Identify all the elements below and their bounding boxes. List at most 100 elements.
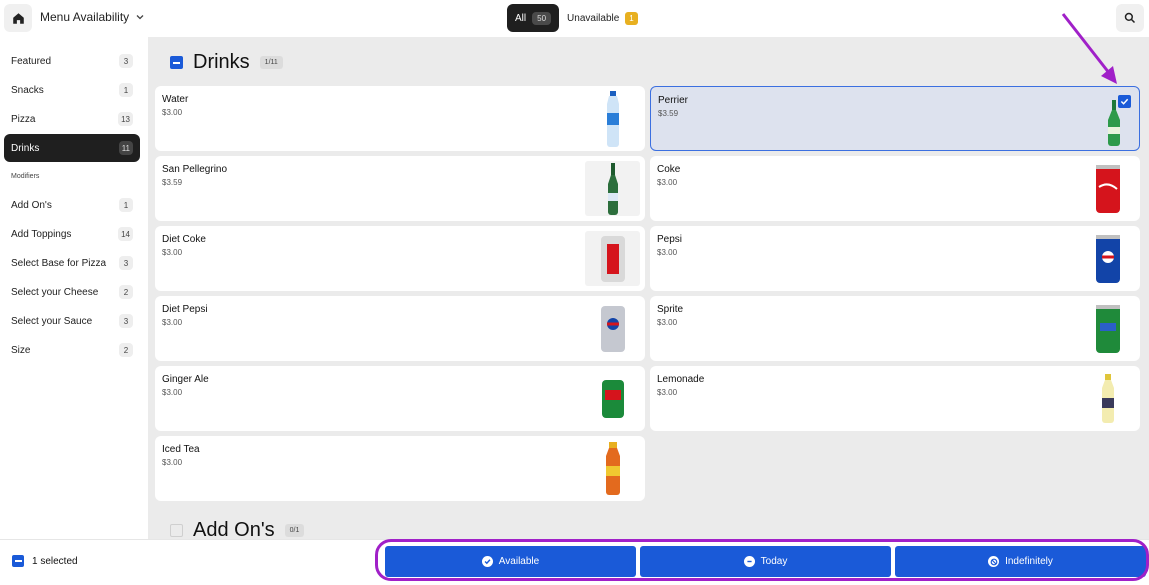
home-button[interactable] [4,4,32,32]
availability-filter: All 50 Unavailable 1 [507,4,638,32]
sidebar-item-label: Select Base for Pizza [11,257,107,269]
mark-available-button[interactable]: Available [385,546,636,577]
san-pellegrino-bottle-icon [607,162,618,215]
item-image [1080,301,1135,356]
coke-can-icon [1095,164,1120,213]
item-price: $3.00 [162,388,183,397]
sidebar-item-add-ons[interactable]: Add On's 1 [4,191,140,219]
item-image [585,90,640,147]
item-image [1080,231,1135,286]
minus-circle-icon [743,556,755,567]
sidebar-item-label: Snacks [11,84,44,96]
item-card-lemonade[interactable]: Lemonade $3.00 [650,366,1140,431]
item-image [1080,161,1135,216]
pepsi-can-icon [1095,234,1120,283]
sidebar-item-count: 3 [119,314,133,328]
search-button[interactable] [1116,4,1144,32]
item-name: Sprite [657,304,684,315]
item-price: $3.59 [162,178,183,187]
sidebar-item-count: 2 [119,343,133,357]
sidebar-item-label: Add Toppings [11,228,72,240]
selected-count: 1 selected [32,555,78,567]
section-select-checkbox[interactable] [170,56,183,69]
sidebar-item-label: Pizza [11,113,36,125]
item-name: Iced Tea [162,444,200,455]
item-card-perrier[interactable]: Perrier $3.59 [650,86,1140,151]
item-card-coke[interactable]: Coke $3.00 [650,156,1140,221]
sidebar-item-label: Drinks [11,142,40,154]
item-name: Lemonade [657,374,705,385]
sidebar-item-drinks[interactable]: Drinks 11 [4,134,140,162]
select-all-checkbox[interactable] [12,555,24,567]
sidebar-item-add-toppings[interactable]: Add Toppings 14 [4,220,140,248]
item-card-san-pellegrino[interactable]: San Pellegrino $3.59 [155,156,645,221]
item-card-pepsi[interactable]: Pepsi $3.00 [650,226,1140,291]
filter-all-label: All [515,12,527,24]
button-label: Available [498,556,540,567]
sidebar-item-count: 3 [119,54,133,68]
item-image [585,441,640,496]
sidebar-item-count: 1 [119,83,133,97]
sidebar-item-snacks[interactable]: Snacks 1 [4,76,140,104]
item-name: San Pellegrino [162,164,228,175]
sidebar-item-count: 13 [118,112,133,126]
item-card-ginger-ale[interactable]: Ginger Ale $3.00 [155,366,645,431]
item-price: $3.00 [657,318,678,327]
item-price: $3.00 [162,108,183,117]
sidebar-item-size[interactable]: Size 2 [4,336,140,364]
sidebar-item-count: 11 [118,141,133,155]
item-price: $3.00 [162,458,183,467]
item-price: $3.59 [658,109,679,118]
item-name: Pepsi [657,234,683,245]
search-icon [1124,12,1136,24]
sidebar-item-label: Featured [11,55,52,67]
sidebar-item-label: Size [11,344,31,356]
item-card-diet-pepsi[interactable]: Diet Pepsi $3.00 [155,296,645,361]
section-header-drinks: Drinks 1/11 [170,51,283,74]
top-bar: Menu Availability All 50 Unavailable 1 [0,0,1149,37]
unavailable-indefinitely-button[interactable]: Indefinitely [895,546,1146,577]
item-name: Perrier [658,95,689,106]
item-card-water[interactable]: Water $3.00 [155,86,645,151]
sidebar-item-count: 1 [119,198,133,212]
sidebar-item-featured[interactable]: Featured 3 [4,47,140,75]
sidebar-item-select-sauce[interactable]: Select your Sauce 3 [4,307,140,335]
item-price: $3.00 [657,248,678,257]
filter-unavailable-tab[interactable]: Unavailable 1 [567,11,638,25]
bulk-action-bar: 1 selected Available Today Indefinitely [0,539,1149,585]
diet-coke-can-icon [600,235,625,282]
item-price: $3.00 [162,248,183,257]
item-card-sprite[interactable]: Sprite $3.00 [650,296,1140,361]
section-title: Add On's [193,519,275,539]
section-title: Drinks [193,51,250,73]
item-name: Ginger Ale [162,374,209,385]
sidebar-item-pizza[interactable]: Pizza 13 [4,105,140,133]
section-select-checkbox[interactable] [170,524,183,537]
water-bottle-icon [606,90,619,147]
diet-pepsi-can-icon [600,305,625,352]
sidebar-item-select-base[interactable]: Select Base for Pizza 3 [4,249,140,277]
filter-all-count: 50 [532,11,552,25]
lemonade-bottle-icon [1101,373,1114,423]
section-count: 0/1 [284,524,305,537]
item-card-iced-tea[interactable]: Iced Tea $3.00 [155,436,645,501]
sidebar-item-select-cheese[interactable]: Select your Cheese 2 [4,278,140,306]
page-title-dropdown[interactable]: Menu Availability [40,10,145,24]
sidebar-item-count: 2 [119,285,133,299]
item-card-diet-coke[interactable]: Diet Coke $3.00 [155,226,645,291]
item-image [585,231,640,286]
items-panel: Drinks 1/11 Water $3.00 Perrier $3.59 Sa… [148,37,1149,539]
sidebar-item-count: 3 [119,256,133,270]
unavailable-today-button[interactable]: Today [640,546,891,577]
item-name: Diet Pepsi [162,304,208,315]
ginger-ale-can-icon [601,379,624,418]
filter-unavailable-count: 1 [625,11,638,25]
item-image [1094,99,1134,147]
sidebar-item-label: Add On's [11,199,52,211]
sidebar-item-label: Select your Cheese [11,286,99,298]
item-image [1080,371,1135,426]
item-price: $3.00 [657,178,678,187]
sidebar-section-heading: Modifiers [11,173,40,180]
item-name: Coke [657,164,681,175]
filter-all-tab[interactable]: All 50 [507,4,560,32]
